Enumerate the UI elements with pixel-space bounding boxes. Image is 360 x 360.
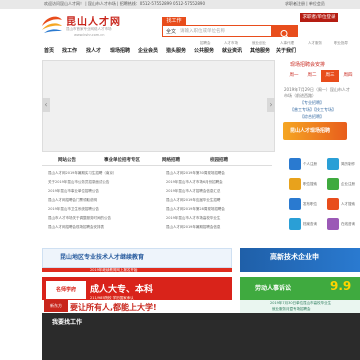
calendar-day[interactable]: 周一 [285, 70, 303, 82]
logo-icon[interactable] [40, 12, 64, 36]
onsite-recruit-banner-text: 昆山人才现场招聘 [290, 128, 331, 134]
service-icon[interactable] [289, 198, 301, 210]
search-button[interactable] [272, 25, 298, 38]
list-item[interactable]: 2019年昆山市事业单位招聘公告 [48, 189, 99, 194]
nav-item-find-job[interactable]: 找工作 [62, 47, 77, 54]
schedule-link[interactable]: 【专业招聘】 [300, 100, 324, 106]
nav-top-item[interactable]: 就业创业 [252, 41, 266, 46]
list-item[interactable]: 昆山人才网2019年第30周现场招聘会 [166, 171, 225, 176]
nav-item-public[interactable]: 公共服务 [194, 47, 214, 54]
list-item[interactable]: 2019年昆山市人才招聘会信息汇总 [166, 189, 220, 194]
service-label[interactable]: 职位搜索 [303, 182, 317, 187]
nav-top-item[interactable]: 招聘会 [200, 41, 211, 46]
hero-banner[interactable] [42, 60, 275, 152]
ad-adult-education-logo: 名师学府 [46, 281, 86, 299]
service-icon[interactable] [327, 218, 339, 230]
list-item[interactable]: 昆山人才网2019年应届毕业生招聘 [166, 198, 220, 203]
service-label[interactable]: 简历制作 [341, 162, 355, 167]
site-logo-url: www.kshr.com.cn [74, 33, 105, 37]
ad-continuing-education-sub: 2019年继续教育网上报名开始 [90, 268, 138, 272]
nav-item-about[interactable]: 关于我们 [276, 47, 296, 54]
banner-prev-button[interactable]: ‹ [42, 98, 50, 112]
service-icon[interactable] [327, 158, 339, 170]
nav-item-find-talent[interactable]: 找人才 [86, 47, 101, 54]
list-item[interactable]: 2019年昆山市卫生系统招聘公告 [48, 207, 99, 212]
ad-continuing-education-title: 昆山地区专业技术人才继续教育 [60, 254, 145, 261]
ad-high-tech-title: 高新技术企业申 [270, 253, 319, 261]
service-icon[interactable] [327, 178, 339, 190]
calendar-day-selected[interactable]: 周三 [321, 70, 339, 82]
list-item[interactable]: 昆山人才网招聘会门票领取说明 [48, 198, 97, 203]
nav-item-onsite[interactable]: 现场招聘 [110, 47, 130, 54]
service-label[interactable]: 企业注册 [341, 182, 355, 187]
list-item[interactable]: 2019年昆山市人才市场高校毕业生 [166, 216, 220, 221]
search-placeholder: 请输入职位或单位名称 [180, 29, 225, 34]
service-label[interactable]: 人才搜索 [341, 202, 355, 207]
right-panel-title: 现场招聘会安排 [290, 62, 326, 68]
quick-service-grid: 个人注册 简历制作职位搜索 企业注册发布职位 人才搜索档案查询 在线咨询 [285, 158, 360, 238]
nav-item-enterprise[interactable]: 企业会员 [138, 47, 158, 54]
nav-item-headhunter[interactable]: 猎头服务 [166, 47, 186, 54]
site-logo-title[interactable]: 昆山人才网 [66, 13, 121, 28]
ad-new-oriental-logo: 新东方 [44, 300, 68, 312]
service-icon[interactable] [327, 198, 339, 210]
find-job-section [42, 313, 360, 360]
list-item[interactable]: 2019年昆山市人才市场6月份招聘会 [166, 180, 223, 185]
schedule-line: 市场（前进西路） [284, 93, 316, 98]
schedule-link[interactable]: 【综合招聘】 [300, 114, 324, 120]
list-item[interactable]: 昆山人才网2019年暑期实习生招聘（南京） [48, 171, 116, 176]
list-item[interactable]: 昆山市人才市场关于调整服务时间的公告 [48, 216, 111, 221]
service-label[interactable]: 个人注册 [303, 162, 317, 167]
find-job-title: 我要找工作 [52, 319, 83, 326]
nav-top-item[interactable]: 职业指导 [334, 41, 348, 46]
schedule-link[interactable]: 【普工专场】【技工专场】 [290, 107, 336, 113]
service-icon[interactable] [289, 158, 301, 170]
site-logo-subtitle: 昆山市首家专业网络人才市场 [66, 27, 112, 31]
ad-labor-dispute-title: 劳动人事诉讼 [255, 285, 292, 292]
top-bar-text: 欢迎访问昆山人才网！ | 昆山市人才市场 | 招聘热线：0512-5755289… [44, 1, 206, 6]
ad-graduate-fair-line2: 就业服务月暨专场招聘会 [272, 307, 311, 311]
ad-new-oriental-title: 要让所有人,都能上大学! [70, 303, 157, 312]
list-item[interactable]: 关于2019年昆山市公务员招录面试公告 [48, 180, 109, 185]
top-bar-links[interactable]: 求职者注册 | 单位会员 [285, 1, 325, 7]
list-item[interactable]: 昆山人才网2019年暑期招聘会信息 [166, 225, 220, 230]
login-button[interactable]: 求职者/单位登录 [300, 13, 338, 22]
list-item[interactable]: 昆山人才网2019年第28周现场招聘会 [166, 207, 225, 212]
banner-next-button[interactable]: › [267, 98, 275, 112]
calendar-day[interactable]: 周二 [303, 70, 321, 82]
calendar-day[interactable]: 周四 [339, 70, 357, 82]
service-label[interactable]: 发布职位 [303, 202, 317, 207]
ad-adult-education-title: 成人大专、本科 [90, 285, 154, 295]
nav-item-other[interactable]: 其他服务 [250, 47, 270, 54]
nav-item-news[interactable]: 就业资讯 [222, 47, 242, 54]
nav-top-item[interactable]: 人才服务 [308, 41, 322, 46]
tab-campus-recruit[interactable]: 校园招聘 [210, 157, 228, 163]
nav-item-home[interactable]: 首页 [44, 47, 54, 54]
tab-online-recruit[interactable]: 网络招聘 [162, 157, 180, 163]
nav-top-item[interactable]: 人才市场 [224, 41, 238, 46]
service-icon[interactable] [289, 178, 301, 190]
news-tabs [42, 156, 272, 166]
ad-graduate-fair-line1: 2019年7月30日单位昆山市高校毕业生 [270, 301, 332, 305]
service-label[interactable]: 在线咨询 [341, 222, 355, 227]
tab-announcements[interactable]: 网站公告 [58, 157, 76, 163]
service-icon[interactable] [289, 218, 301, 230]
search-icon [280, 30, 289, 38]
list-item[interactable]: 昆山人才网招聘会现场招聘会安排表 [48, 225, 104, 230]
search-tab-jobs[interactable]: 找工作 [162, 17, 186, 25]
search-category-select[interactable]: 全文 [166, 28, 176, 35]
ad-labor-dispute-price: 9.9 [330, 279, 352, 293]
tab-public-exam[interactable]: 事业单位招考专区 [104, 157, 140, 163]
service-label[interactable]: 档案查询 [303, 222, 317, 227]
nav-top-item[interactable]: 人事代理 [280, 41, 294, 46]
calendar-row: 周一 周二 周三 周四 [285, 70, 357, 82]
